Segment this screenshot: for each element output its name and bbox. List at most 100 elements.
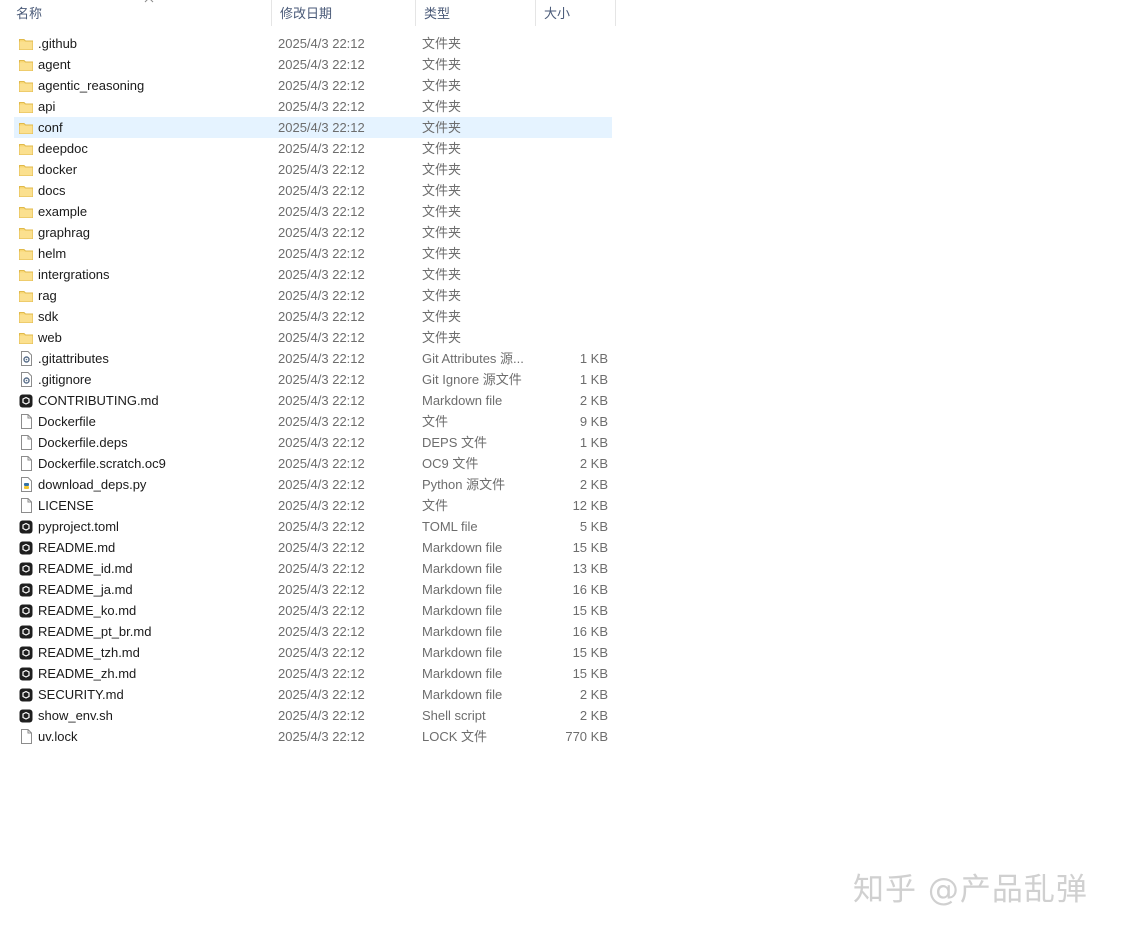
file-type: Python 源文件 [422, 477, 506, 492]
file-date: 2025/4/3 22:12 [278, 57, 365, 72]
file-row[interactable]: api 2025/4/3 22:12 文件夹 [0, 96, 616, 117]
file-name: conf [38, 120, 63, 135]
file-type: Shell script [422, 708, 486, 723]
file-row[interactable]: SECURITY.md 2025/4/3 22:12 Markdown file 2 … [0, 684, 616, 705]
file-date: 2025/4/3 22:12 [278, 414, 365, 429]
folder-icon [19, 36, 33, 51]
file-size [538, 201, 608, 222]
file-date: 2025/4/3 22:12 [278, 78, 365, 93]
dark-app-icon [19, 561, 33, 576]
file-row[interactable]: deepdoc 2025/4/3 22:12 文件夹 [0, 138, 616, 159]
file-row[interactable]: LICENSE 2025/4/3 22:12 文件 12 KB [0, 495, 616, 516]
file-row[interactable]: Dockerfile 2025/4/3 22:12 文件 9 KB [0, 411, 616, 432]
file-type: 文件夹 [422, 246, 462, 261]
file-size: 12 KB [572, 498, 608, 513]
file-date: 2025/4/3 22:12 [278, 309, 365, 324]
column-header-bar: 名称 修改日期 类型 大小 [0, 0, 616, 28]
file-name: README_ko.md [38, 603, 137, 618]
file-name: Dockerfile.scratch.oc9 [38, 456, 166, 471]
file-row[interactable]: Dockerfile.scratch.oc9 2025/4/3 22:12 OC9 … [0, 453, 616, 474]
file-row[interactable]: README_tzh.md 2025/4/3 22:12 Markdown file… [0, 642, 616, 663]
file-size: 770 KB [565, 729, 608, 744]
file-row[interactable]: agent 2025/4/3 22:12 文件夹 [0, 54, 616, 75]
file-name: README_tzh.md [38, 645, 140, 660]
file-row[interactable]: rag 2025/4/3 22:12 文件夹 [0, 285, 616, 306]
folder-icon [19, 120, 33, 135]
file-row[interactable]: Dockerfile.deps 2025/4/3 22:12 DEPS 文件 1 KB [0, 432, 616, 453]
file-type: Git Attributes 源... [422, 351, 524, 366]
file-row[interactable]: download_deps.py 2025/4/3 22:12 Python 源文件… [0, 474, 616, 495]
file-row[interactable]: .gitignore 2025/4/3 22:12 Git Ignore 源文件 1 … [0, 369, 616, 390]
file-row[interactable]: README.md 2025/4/3 22:12 Markdown file 15 K… [0, 537, 616, 558]
file-type: 文件夹 [422, 57, 462, 72]
file-name: download_deps.py [38, 477, 147, 492]
column-header-date[interactable]: 修改日期 [272, 0, 416, 26]
file-row[interactable]: agentic_reasoning 2025/4/3 22:12 文件夹 [0, 75, 616, 96]
file-row[interactable]: README_ja.md 2025/4/3 22:12 Markdown file 1… [0, 579, 616, 600]
file-row[interactable]: README_ko.md 2025/4/3 22:12 Markdown file 1… [0, 600, 616, 621]
file-row[interactable]: sdk 2025/4/3 22:12 文件夹 [0, 306, 616, 327]
file-size: 2 KB [579, 708, 608, 723]
file-name: README_ja.md [38, 582, 133, 597]
file-date: 2025/4/3 22:12 [278, 477, 365, 492]
file-date: 2025/4/3 22:12 [278, 99, 365, 114]
file-date: 2025/4/3 22:12 [278, 204, 365, 219]
file-date: 2025/4/3 22:12 [278, 645, 365, 660]
file-row[interactable]: CONTRIBUTING.md 2025/4/3 22:12 Markdown fi… [0, 390, 616, 411]
file-type: 文件夹 [422, 183, 462, 198]
file-type: Markdown file [422, 561, 503, 576]
file-size: 16 KB [572, 624, 608, 639]
file-size: 1 KB [579, 351, 608, 366]
file-date: 2025/4/3 22:12 [278, 246, 365, 261]
file-date: 2025/4/3 22:12 [278, 561, 365, 576]
file-type: 文件夹 [422, 288, 462, 303]
file-row[interactable]: helm 2025/4/3 22:12 文件夹 [0, 243, 616, 264]
dark-app-icon [19, 393, 33, 408]
file-row[interactable]: show_env.sh 2025/4/3 22:12 Shell script 2 K… [0, 705, 616, 726]
gear-file-icon [19, 351, 33, 366]
file-row[interactable]: .github 2025/4/3 22:12 文件夹 [0, 33, 616, 54]
file-row[interactable]: README_pt_br.md 2025/4/3 22:12 Markdown fi… [0, 621, 616, 642]
folder-icon [19, 57, 33, 72]
file-type: 文件夹 [422, 225, 462, 240]
file-row[interactable]: example 2025/4/3 22:12 文件夹 [0, 201, 616, 222]
watermark: 知乎 @产品乱弹 [853, 872, 1088, 908]
file-row[interactable]: uv.lock 2025/4/3 22:12 LOCK 文件 770 KB [0, 726, 616, 747]
file-size [538, 327, 608, 348]
file-type: Git Ignore 源文件 [422, 372, 522, 387]
file-row[interactable]: docs 2025/4/3 22:12 文件夹 [0, 180, 616, 201]
file-date: 2025/4/3 22:12 [278, 687, 365, 702]
folder-icon [19, 162, 33, 177]
file-row[interactable]: web 2025/4/3 22:12 文件夹 [0, 327, 616, 348]
file-row[interactable]: README_zh.md 2025/4/3 22:12 Markdown file 1… [0, 663, 616, 684]
file-type: Markdown file [422, 393, 503, 408]
file-row[interactable]: intergrations 2025/4/3 22:12 文件夹 [0, 264, 616, 285]
file-type: 文件夹 [422, 36, 462, 51]
folder-icon [19, 309, 33, 324]
folder-icon [19, 267, 33, 282]
file-size [538, 159, 608, 180]
column-header-type[interactable]: 类型 [416, 0, 536, 26]
file-row[interactable]: graphrag 2025/4/3 22:12 文件夹 [0, 222, 616, 243]
file-row[interactable]: conf 2025/4/3 22:12 文件夹 [0, 117, 616, 138]
file-size: 9 KB [579, 414, 608, 429]
dark-app-icon [19, 540, 33, 555]
file-row[interactable]: README_id.md 2025/4/3 22:12 Markdown file 1… [0, 558, 616, 579]
dark-app-icon [19, 708, 33, 723]
folder-icon [19, 330, 33, 345]
file-type: DEPS 文件 [422, 435, 488, 450]
file-name: agent [38, 57, 71, 72]
file-row[interactable]: .gitattributes 2025/4/3 22:12 Git Attribut… [0, 348, 616, 369]
file-type: 文件夹 [422, 99, 462, 114]
file-row[interactable]: docker 2025/4/3 22:12 文件夹 [0, 159, 616, 180]
column-header-size[interactable]: 大小 [536, 0, 616, 26]
folder-icon [19, 141, 33, 156]
file-date: 2025/4/3 22:12 [278, 141, 365, 156]
file-name: SECURITY.md [38, 687, 124, 702]
dark-app-icon [19, 519, 33, 534]
file-size: 2 KB [579, 687, 608, 702]
file-type: 文件夹 [422, 78, 462, 93]
file-row[interactable]: pyproject.toml 2025/4/3 22:12 TOML file 5 K… [0, 516, 616, 537]
column-header-name[interactable]: 名称 [8, 0, 272, 26]
file-name: web [38, 330, 62, 345]
